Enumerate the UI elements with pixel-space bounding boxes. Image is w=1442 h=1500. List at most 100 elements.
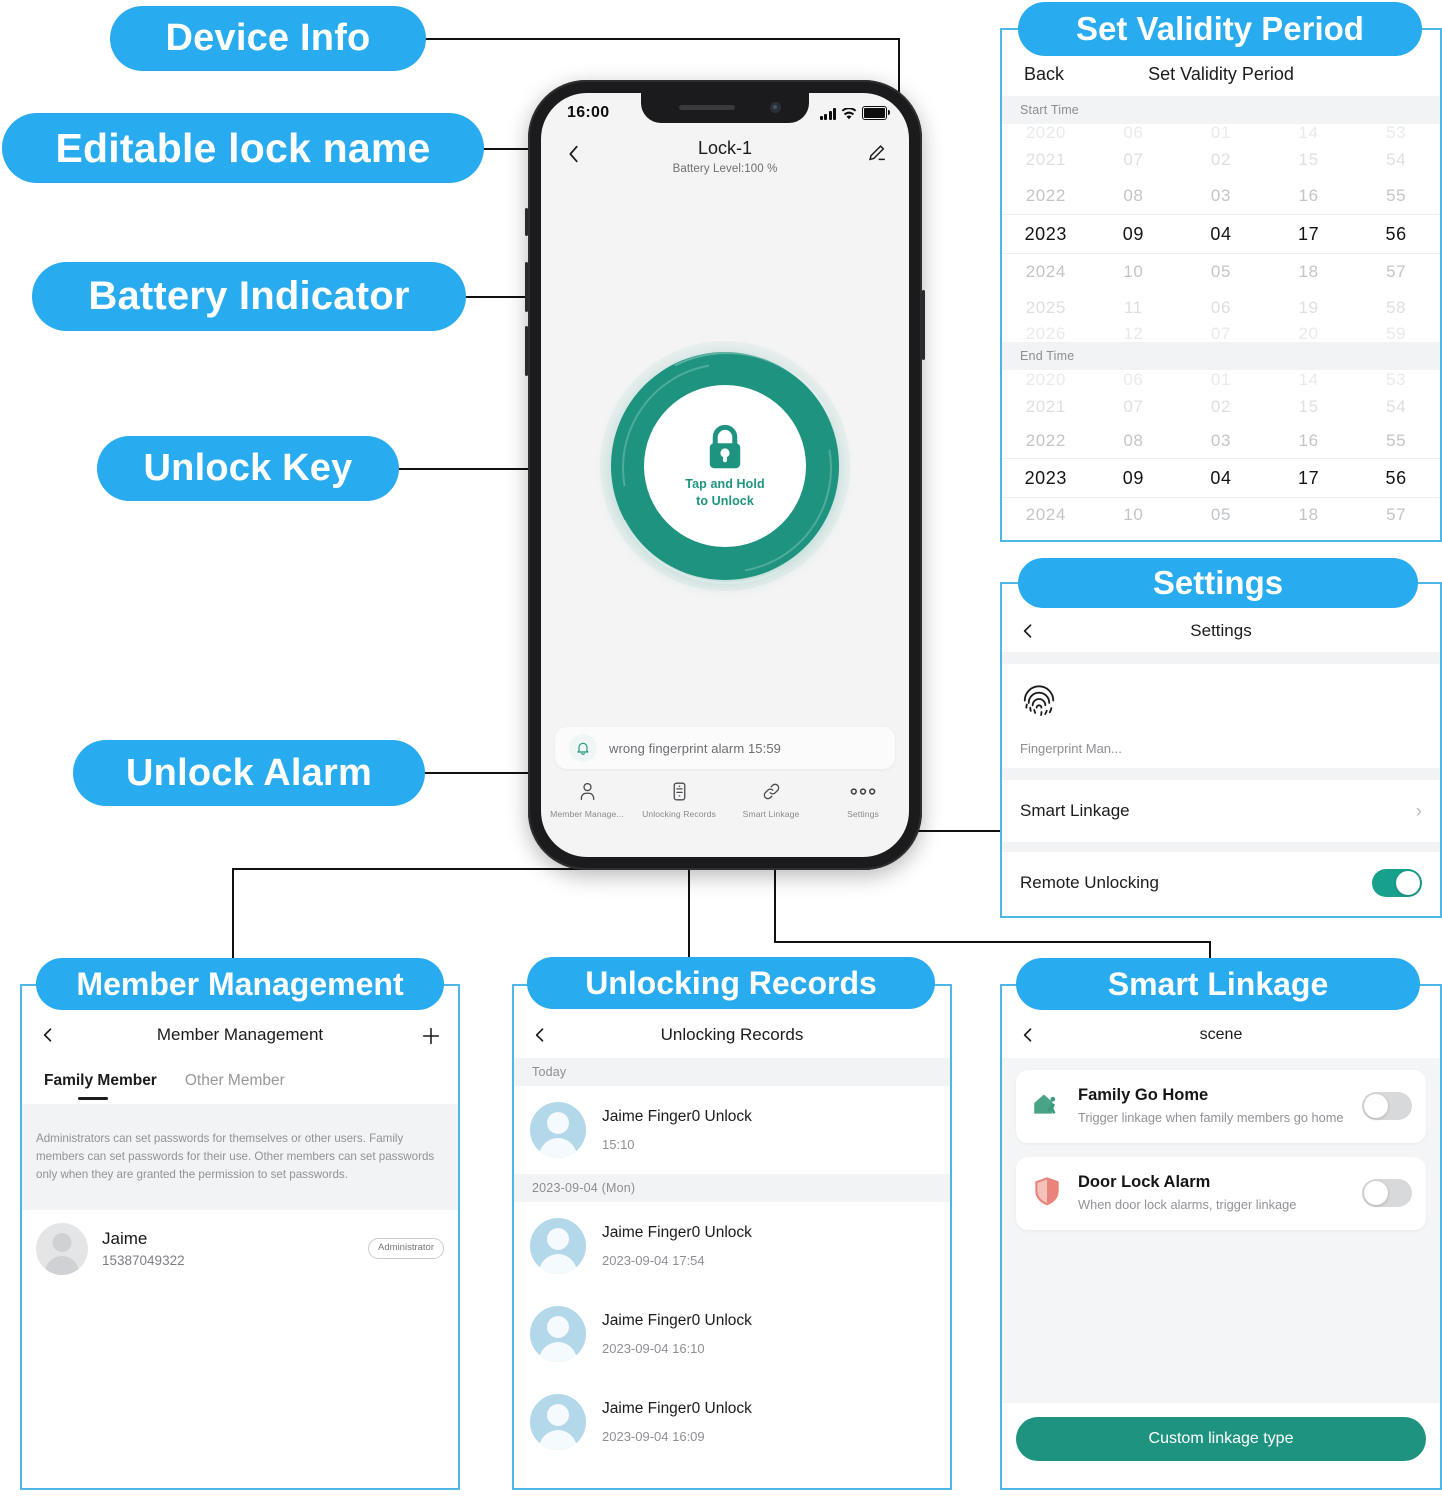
tab-unlocking-records[interactable]: Unlocking Records xyxy=(633,781,725,819)
unlock-label-line1: Tap and Hold xyxy=(685,477,765,492)
callout-unlocking-records: Unlocking Records xyxy=(527,957,935,1009)
member-name: Jaime xyxy=(102,1229,148,1249)
tab-smart-linkage[interactable]: Smart Linkage xyxy=(725,781,817,819)
linkage-card-subtitle: When door lock alarms, trigger linkage xyxy=(1078,1196,1297,1212)
panel-settings: Settings Fingerprint Man... Smart Linkag… xyxy=(1000,582,1442,918)
house-runner-icon xyxy=(1030,1087,1064,1126)
picker-row[interactable]: 2021 07 02 15 54 xyxy=(1002,142,1440,178)
callout-set-validity-period: Set Validity Period xyxy=(1018,2,1422,56)
records-navbar: Unlocking Records xyxy=(514,1014,950,1058)
linkage-card-door-lock-alarm[interactable]: Door Lock Alarm When door lock alarms, t… xyxy=(1016,1156,1426,1230)
picker-row-selected[interactable]: 2023 09 04 17 56 xyxy=(1002,458,1440,498)
linkage-card-title: Family Go Home xyxy=(1078,1086,1209,1104)
callout-battery-indicator-label: Battery Indicator xyxy=(88,274,410,318)
record-title: Jaime Finger0 Unlock xyxy=(602,1108,752,1125)
settings-item-remote-unlocking[interactable]: Remote Unlocking xyxy=(1002,852,1440,914)
record-time: 15:10 xyxy=(602,1137,635,1152)
door-lock-alarm-toggle[interactable] xyxy=(1362,1179,1412,1208)
connector-records-v xyxy=(688,858,690,966)
record-time: 2023-09-04 17:54 xyxy=(602,1253,705,1268)
validity-start-picker[interactable]: 2020 06 01 14 53 2021 07 02 15 54 2022 0… xyxy=(1002,123,1440,343)
diagram-stage: Device Info Editable lock name Battery I… xyxy=(0,0,1442,1500)
tab-family-member[interactable]: Family Member xyxy=(30,1072,171,1090)
linkage-card-family-go-home[interactable]: Family Go Home Trigger linkage when fami… xyxy=(1016,1070,1426,1143)
callout-unlock-alarm: Unlock Alarm xyxy=(73,740,425,806)
callout-unlocking-records-label: Unlocking Records xyxy=(585,964,877,1001)
picker-row[interactable]: 2022 08 03 16 55 xyxy=(1002,178,1440,214)
volume-up-button xyxy=(525,262,528,312)
callout-smart-linkage: Smart Linkage xyxy=(1016,958,1420,1010)
app-navbar: Lock-1 Battery Level:100 % xyxy=(541,137,909,189)
settings-navbar: Settings xyxy=(1002,612,1440,652)
wifi-icon xyxy=(841,107,857,120)
add-member-icon[interactable] xyxy=(420,1025,442,1052)
unlock-label-line2: to Unlock xyxy=(696,494,754,508)
callout-unlock-key: Unlock Key xyxy=(97,436,399,501)
connector-member-h xyxy=(232,868,610,870)
cellular-signal-icon xyxy=(819,108,836,120)
tab-label: Settings xyxy=(847,809,879,819)
tab-other-member[interactable]: Other Member xyxy=(171,1072,299,1090)
connector-device-info-h xyxy=(424,38,900,40)
callout-device-info-label: Device Info xyxy=(165,17,371,59)
edit-icon[interactable] xyxy=(865,142,887,164)
member-title: Member Management xyxy=(156,1025,324,1044)
picker-row[interactable]: 2024 10 05 18 57 xyxy=(1002,498,1440,532)
settings-fingerprint-label: Fingerprint Man... xyxy=(1020,741,1122,756)
status-time: 16:00 xyxy=(567,104,610,121)
validity-end-picker[interactable]: 2020 06 01 14 53 2021 07 02 15 54 2022 0… xyxy=(1002,370,1440,540)
tab-bar: Member Manage... Unlocking Records Smart… xyxy=(541,777,909,843)
linkage-body: Family Go Home Trigger linkage when fami… xyxy=(1002,1058,1440,1403)
list-item[interactable]: Jaime Finger0 Unlock 2023-09-04 17:54 xyxy=(514,1202,950,1290)
unlock-ring-inner[interactable]: Tap and Hold to Unlock xyxy=(644,385,806,547)
settings-title: Settings xyxy=(1190,621,1252,640)
battery-level-text: Battery Level:100 % xyxy=(672,163,778,175)
callout-unlock-alarm-label: Unlock Alarm xyxy=(126,751,372,794)
lock-name[interactable]: Lock-1 xyxy=(541,138,909,159)
panel-member-management: Member Management Family Member Other Me… xyxy=(20,984,460,1490)
picker-row[interactable]: 2021 07 02 15 54 xyxy=(1002,390,1440,424)
record-title: Jaime Finger0 Unlock xyxy=(602,1312,752,1329)
picker-row[interactable]: 2025 11 06 19 58 xyxy=(1002,290,1440,326)
list-item[interactable]: Jaime Finger0 Unlock 15:10 xyxy=(514,1086,950,1174)
settings-item-smart-linkage[interactable]: Smart Linkage › xyxy=(1002,780,1440,842)
picker-row[interactable]: 2026 12 07 20 59 xyxy=(1002,324,1440,343)
picker-row[interactable]: 2025 11 06 19 58 xyxy=(1002,532,1440,540)
connector-linkage-v1 xyxy=(774,858,776,943)
family-go-home-toggle[interactable] xyxy=(1362,1092,1412,1121)
settings-item-fingerprint[interactable]: Fingerprint Man... xyxy=(1002,664,1440,768)
record-title: Jaime Finger0 Unlock xyxy=(602,1224,752,1241)
phone-screen: 16:00 Lock-1 Battery Level:100 % Tap and… xyxy=(541,93,909,857)
callout-smart-linkage-label: Smart Linkage xyxy=(1107,965,1329,1002)
record-title: Jaime Finger0 Unlock xyxy=(602,1400,752,1417)
picker-row[interactable]: 2022 08 03 16 55 xyxy=(1002,424,1440,458)
list-item[interactable]: Jaime Finger0 Unlock 2023-09-04 16:09 xyxy=(514,1378,950,1466)
alarm-text: wrong fingerprint alarm 15:59 xyxy=(609,740,781,756)
record-time: 2023-09-04 16:10 xyxy=(602,1341,705,1356)
validity-start-label: Start Time xyxy=(1002,96,1440,124)
remote-unlocking-toggle[interactable] xyxy=(1372,869,1422,897)
shield-icon xyxy=(1030,1174,1064,1213)
callout-unlock-key-label: Unlock Key xyxy=(143,447,353,489)
picker-row[interactable]: 2020 06 01 14 53 xyxy=(1002,123,1440,142)
member-tabs: Family Member Other Member xyxy=(22,1058,458,1104)
custom-linkage-type-button[interactable]: Custom linkage type xyxy=(1016,1417,1426,1461)
unlock-button[interactable]: Tap and Hold to Unlock xyxy=(580,321,874,615)
linkage-card-title: Door Lock Alarm xyxy=(1078,1172,1211,1191)
picker-row[interactable]: 2020 06 01 14 53 xyxy=(1002,370,1440,390)
link-icon xyxy=(761,781,782,802)
picker-row[interactable]: 2024 10 05 18 57 xyxy=(1002,254,1440,290)
member-note: Administrators can set passwords for the… xyxy=(22,1104,458,1210)
tab-settings[interactable]: Settings xyxy=(817,781,909,819)
records-icon xyxy=(669,781,690,802)
picker-row-selected[interactable]: 2023 09 04 17 56 xyxy=(1002,214,1440,254)
alarm-banner[interactable]: wrong fingerprint alarm 15:59 xyxy=(555,727,895,769)
tab-member-management[interactable]: Member Manage... xyxy=(541,781,633,819)
member-row[interactable]: Jaime 15387049322 Administrator xyxy=(22,1209,458,1288)
list-item[interactable]: Jaime Finger0 Unlock 2023-09-04 16:10 xyxy=(514,1290,950,1378)
bell-icon xyxy=(569,734,597,762)
callout-editable-lock-name: Editable lock name xyxy=(2,113,484,183)
records-title: Unlocking Records xyxy=(660,1025,804,1044)
avatar xyxy=(530,1394,586,1450)
member-note-text: Administrators can set passwords for the… xyxy=(36,1132,435,1181)
